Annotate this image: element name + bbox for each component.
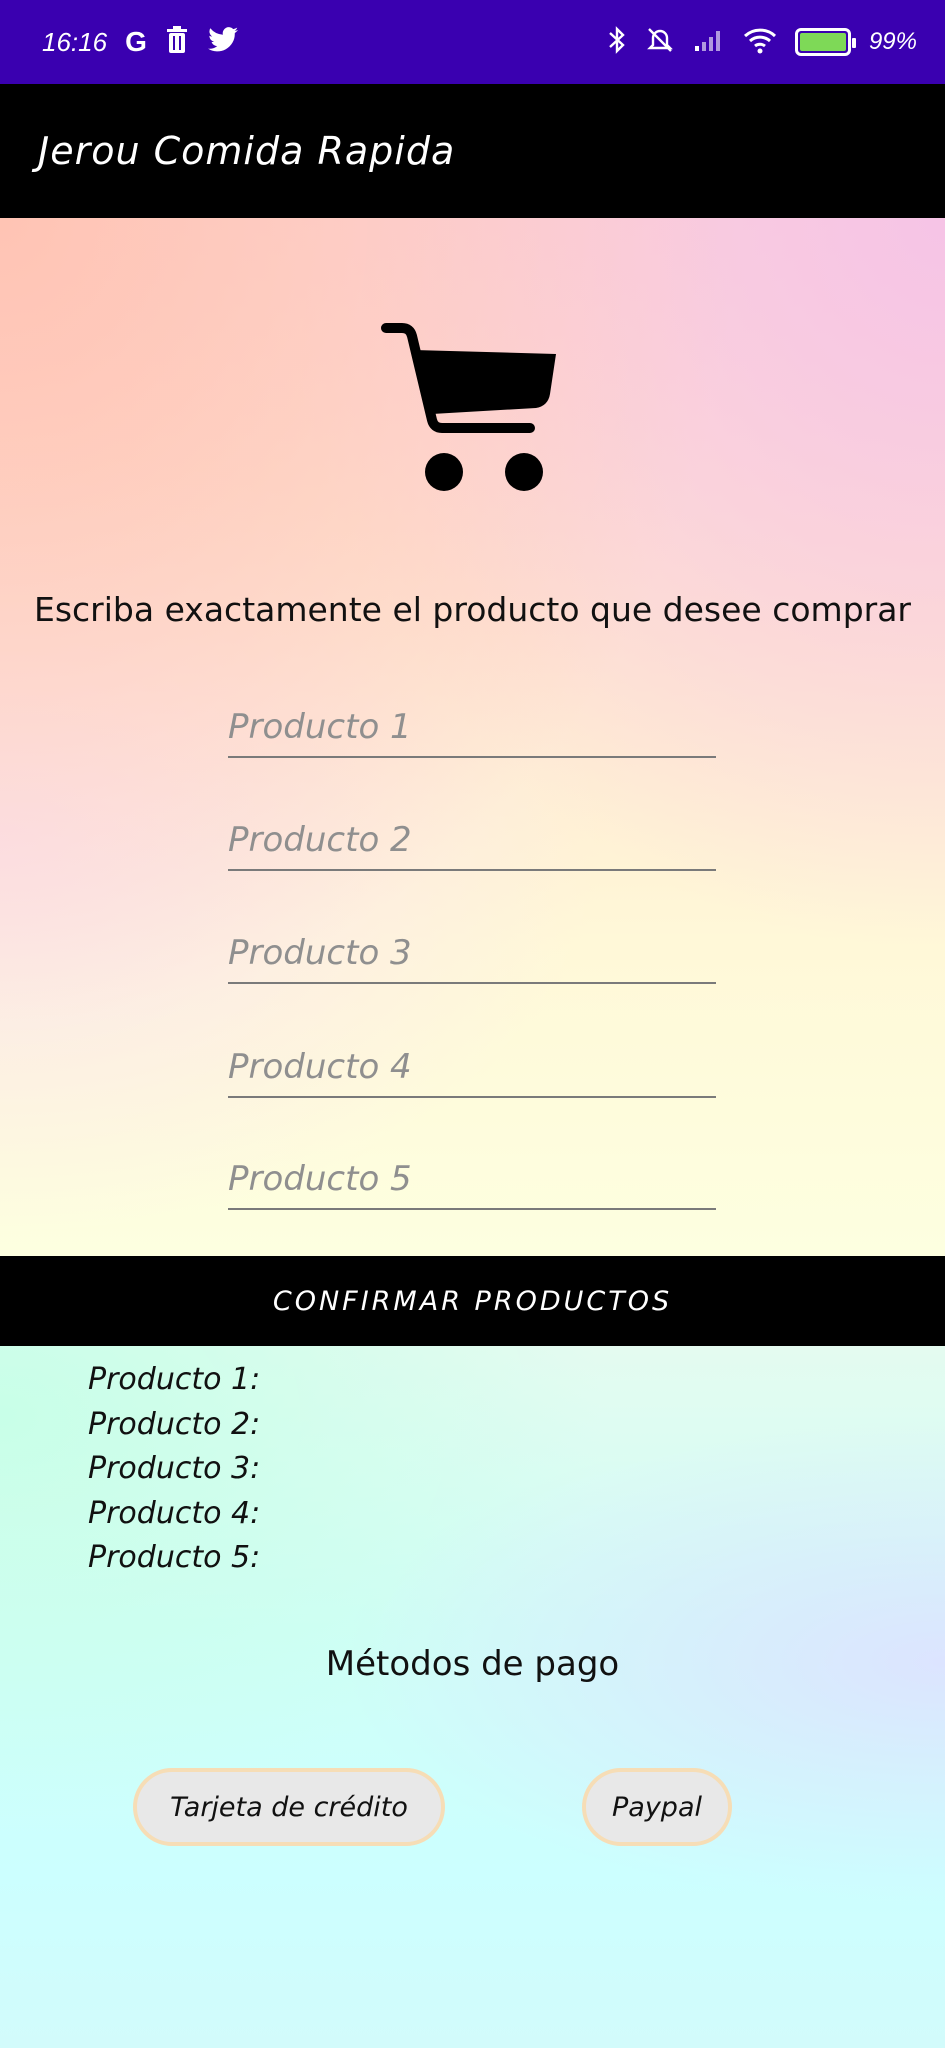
app-title: Jerou Comida Rapida xyxy=(38,129,456,173)
status-left: 16:16 G xyxy=(42,25,239,59)
product-field-5[interactable] xyxy=(228,1150,716,1210)
instruction-text: Escriba exactamente el producto que dese… xyxy=(34,590,911,629)
battery-icon xyxy=(794,28,856,56)
bluetooth-icon xyxy=(607,25,627,60)
summary-line-5: Producto 5: xyxy=(88,1540,261,1575)
shopping-cart-icon xyxy=(381,323,556,491)
product-input-3[interactable] xyxy=(228,924,716,982)
status-time: 16:16 xyxy=(42,26,108,57)
product-field-2[interactable] xyxy=(228,811,716,871)
product-input-1[interactable] xyxy=(228,698,716,756)
product-input-4[interactable] xyxy=(228,1038,716,1096)
summary-line-3: Producto 3: xyxy=(88,1451,261,1486)
product-field-3[interactable] xyxy=(228,924,716,984)
trash-icon xyxy=(165,25,189,59)
status-bar: 16:16 G 99% xyxy=(0,0,945,84)
status-right: 99% xyxy=(607,25,917,60)
product-input-5[interactable] xyxy=(228,1150,716,1208)
summary-line-2: Producto 2: xyxy=(88,1406,261,1442)
battery-fill xyxy=(799,33,846,51)
order-form: Escriba exactamente el producto que dese… xyxy=(0,218,945,1256)
battery-percent: 99% xyxy=(868,28,917,55)
summary-line-4: Producto 4: xyxy=(88,1495,261,1531)
product-summary[interactable]: Producto 1: Producto 2: Producto 3: Prod… xyxy=(88,1358,788,1600)
paypal-button[interactable]: Paypal xyxy=(582,1768,732,1846)
mute-icon xyxy=(645,25,675,60)
twitter-icon xyxy=(207,26,239,59)
app-bar: Jerou Comida Rapida xyxy=(0,84,945,218)
confirm-products-button[interactable]: CONFIRMAR PRODUCTOS xyxy=(0,1256,945,1346)
summary-line-1: Producto 1: xyxy=(88,1362,261,1397)
product-field-1[interactable] xyxy=(228,698,716,758)
product-input-2[interactable] xyxy=(228,811,716,869)
google-icon: G xyxy=(125,26,147,57)
payment-methods-heading: Métodos de pago xyxy=(325,1644,620,1684)
credit-card-button[interactable]: Tarjeta de crédito xyxy=(133,1768,445,1846)
payment-section: Producto 1: Producto 2: Producto 3: Prod… xyxy=(0,1346,945,2048)
wifi-icon xyxy=(743,26,777,59)
signal-icon xyxy=(693,27,725,58)
product-field-4[interactable] xyxy=(228,1038,716,1098)
